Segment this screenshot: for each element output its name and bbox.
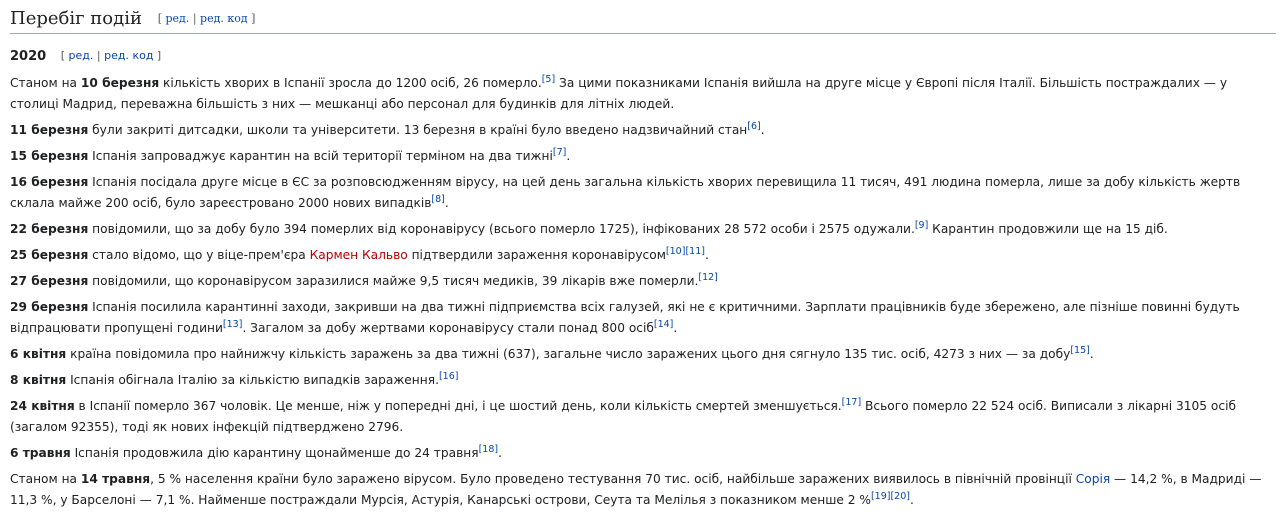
footnote-ref[interactable]: [10]	[666, 246, 686, 257]
section-title: Перебіг подій	[10, 8, 142, 29]
footnote-ref[interactable]: [6]	[747, 121, 760, 132]
article-content: Перебіг подій [ ред. | ред. код ] 2020 […	[0, 0, 1280, 511]
footnote-ref[interactable]: [9]	[915, 220, 928, 231]
paragraph: 22 березня повідомили, що за добу було 3…	[10, 220, 1168, 237]
paragraph: 6 квітня країна повідомила про найнижчу …	[10, 345, 1094, 362]
section-heading: Перебіг подій [ ред. | ред. код ]	[10, 0, 1276, 34]
subsection-edit-links: [ ред. | ред. код ]	[60, 48, 162, 62]
footnote-ref[interactable]: [19]	[871, 491, 891, 502]
paragraph: 6 травня Іспанія продовжила дію карантин…	[10, 444, 502, 461]
footnote-ref[interactable]: [7]	[553, 147, 566, 158]
paragraph: 27 березня повідомили, що коронавірусом …	[10, 272, 718, 289]
paragraph: 8 квітня Іспанія обігнала Італію за кіль…	[10, 371, 459, 388]
edit-link[interactable]: ред.	[165, 12, 189, 25]
footnote-ref[interactable]: [16]	[439, 371, 459, 382]
footnote-ref[interactable]: [17]	[842, 397, 862, 408]
edit-link[interactable]: ред.	[69, 49, 94, 62]
edit-code-link[interactable]: ред. код	[104, 49, 153, 62]
edit-code-link[interactable]: ред. код	[200, 12, 248, 25]
footnote-ref[interactable]: [8]	[431, 194, 444, 205]
footnote-ref[interactable]: [14]	[654, 319, 674, 330]
paragraph: Станом на 14 травня, 5 % населення країн…	[10, 472, 1262, 508]
footnote-ref[interactable]: [13]	[223, 319, 243, 330]
footnote-ref[interactable]: [5]	[542, 74, 555, 85]
paragraph: 15 березня Іспанія запроваджує карантин …	[10, 147, 571, 164]
footnote-ref[interactable]: [11]	[685, 246, 705, 257]
paragraph: 24 квітня в Іспанії померло 367 чоловік.…	[10, 397, 1236, 435]
footnote-ref[interactable]: [15]	[1070, 345, 1090, 356]
footnote-ref[interactable]: [20]	[890, 491, 910, 502]
section-edit-links: [ ред. | ред. код ]	[157, 12, 256, 26]
paragraph: 29 березня Іспанія посилила карантинні з…	[10, 300, 1240, 336]
place-link[interactable]: Сорія	[1076, 472, 1110, 486]
subsection-heading: 2020 [ ред. | ред. код ]	[10, 34, 1276, 66]
paragraph: 11 березня були закриті дитсадки, школи …	[10, 121, 765, 138]
person-link[interactable]: Кармен Кальво	[310, 248, 408, 262]
subsection-title: 2020	[10, 48, 47, 64]
paragraph: Станом на 10 березня кількість хворих в …	[10, 74, 1228, 112]
paragraph: 25 березня стало відомо, що у віце-прем'…	[10, 246, 709, 263]
footnote-ref[interactable]: [18]	[479, 444, 499, 455]
paragraph: 16 березня Іспанія посідала друге місце …	[10, 175, 1241, 211]
footnote-ref[interactable]: [12]	[698, 272, 718, 283]
